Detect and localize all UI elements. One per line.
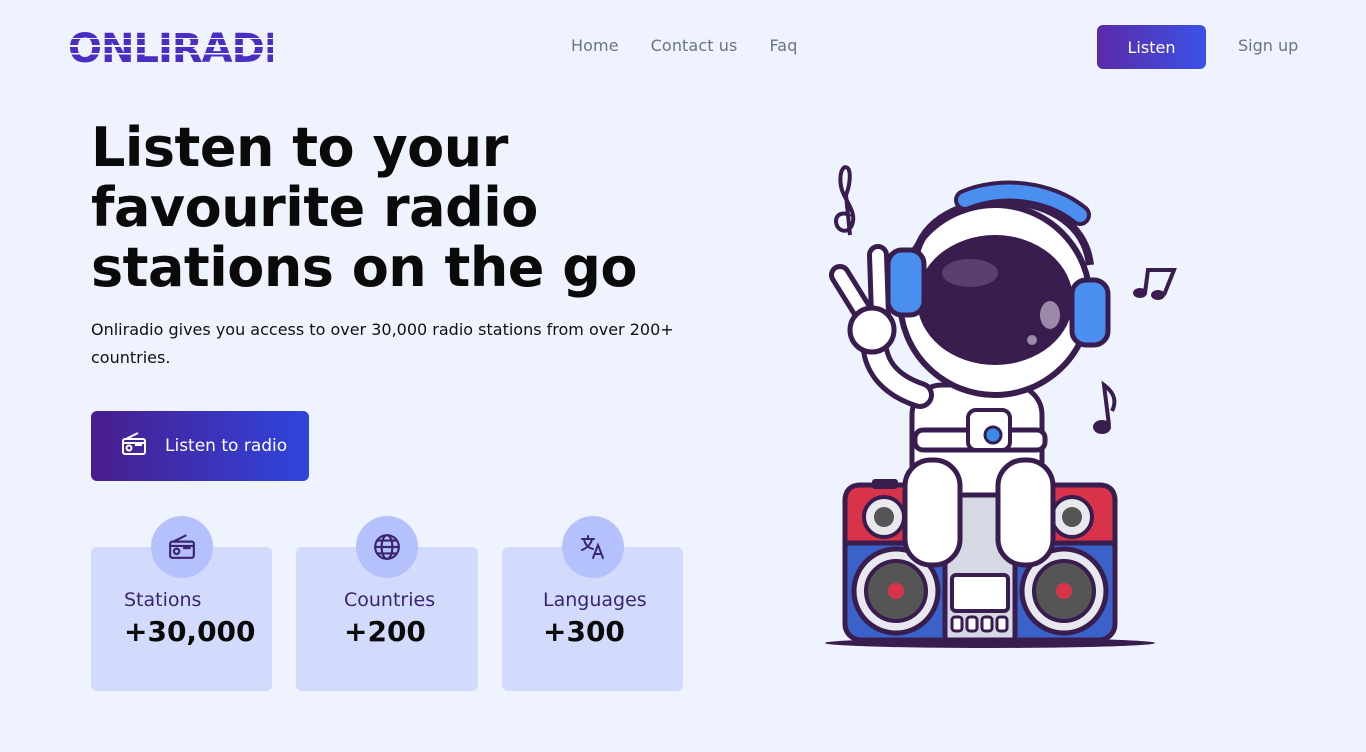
listen-to-radio-button[interactable]: Listen to radio [91, 411, 309, 481]
stat-label: Countries [344, 589, 436, 611]
stat-card-languages: Languages +300 [502, 516, 683, 691]
astronaut-boombox-illustration [825, 165, 1177, 648]
stat-label: Stations [124, 589, 202, 611]
hero-title: Listen to your favourite radio stations … [91, 118, 711, 298]
translate-icon [561, 516, 624, 578]
treble-clef-icon [833, 165, 856, 236]
stat-label: Languages [543, 589, 647, 611]
hero-title-line-3: stations on the go [91, 236, 637, 299]
globe-icon [356, 516, 418, 578]
svg-text:ONLIRADIO: ONLIRADIO [68, 26, 273, 70]
listen-button[interactable]: Listen [1097, 25, 1206, 69]
nav-home[interactable]: Home [571, 36, 619, 55]
nav-faq[interactable]: Faq [769, 36, 797, 55]
stat-value: +300 [543, 615, 625, 648]
radio-icon [121, 431, 147, 462]
listen-to-radio-label: Listen to radio [165, 436, 288, 456]
stat-card-stations: Stations +30,000 [91, 516, 272, 691]
onliradio-logo[interactable]: ONLIRADIO [68, 24, 273, 70]
hero-title-line-1: Listen to your [91, 116, 508, 179]
nav-contact-us[interactable]: Contact us [651, 36, 738, 55]
eighth-notes-icon [1133, 268, 1177, 300]
hero-subtitle: Onliradio gives you access to over 30,00… [91, 320, 674, 367]
stat-value: +200 [344, 615, 426, 648]
stat-value: +30,000 [124, 615, 256, 648]
sign-up-link[interactable]: Sign up [1238, 36, 1298, 55]
stat-card-countries: Countries +200 [296, 516, 478, 691]
radio-icon [150, 516, 213, 578]
main-nav: Home Contact us Faq [571, 36, 797, 55]
hero-title-line-2: favourite radio [91, 176, 538, 239]
music-note-icon [1093, 380, 1117, 434]
